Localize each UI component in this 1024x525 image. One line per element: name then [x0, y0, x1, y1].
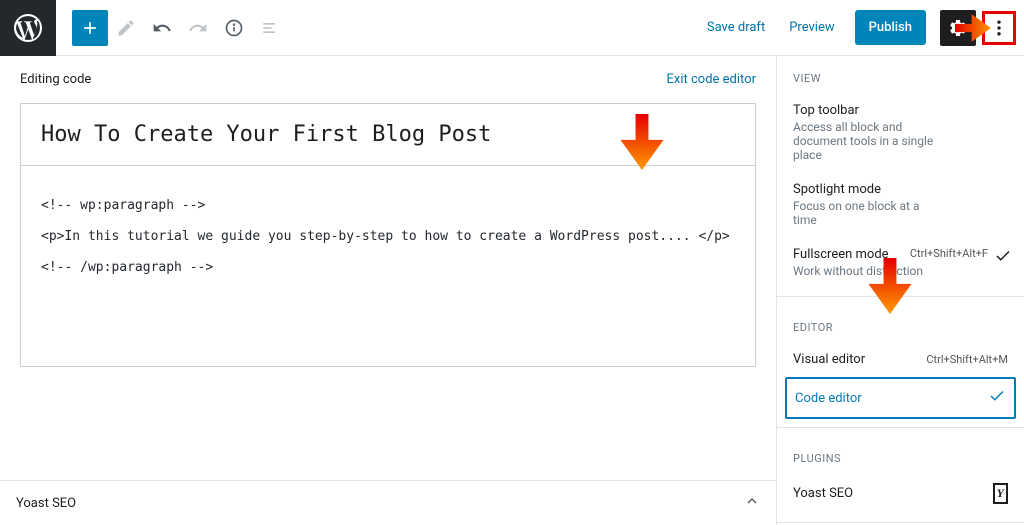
view-section-label: VIEW	[777, 56, 1024, 93]
menu-item-title: Visual editor	[793, 352, 865, 367]
wordpress-logo[interactable]	[0, 0, 56, 56]
editor-section-label: EDITOR	[777, 305, 1024, 342]
add-block-button[interactable]	[72, 10, 108, 46]
save-draft-button[interactable]: Save draft	[695, 20, 777, 35]
undo-icon[interactable]	[144, 10, 180, 46]
editing-code-label: Editing code	[20, 72, 91, 87]
yoast-seo-panel[interactable]: Yoast SEO	[0, 480, 776, 525]
top-toolbar: Save draft Preview Publish	[0, 0, 1024, 56]
menu-item-desc: Focus on one block at a time	[793, 199, 943, 227]
menu-item-title: Yoast SEO	[793, 486, 853, 501]
menu-code-editor[interactable]: Code editor	[785, 377, 1016, 419]
outline-icon[interactable]	[252, 10, 288, 46]
menu-item-title: Code editor	[795, 391, 862, 406]
menu-fullscreen-mode[interactable]: Fullscreen mode Work without distraction…	[777, 237, 1024, 288]
menu-item-desc: Work without distraction	[793, 264, 943, 278]
menu-item-desc: Access all block and document tools in a…	[793, 120, 943, 162]
redo-icon[interactable]	[180, 10, 216, 46]
yoast-icon: Y	[993, 483, 1008, 504]
menu-item-title: Spotlight mode	[793, 182, 1008, 197]
chevron-up-icon	[744, 493, 760, 513]
menu-item-shortcut: Ctrl+Shift+Alt+F	[910, 247, 988, 260]
menu-item-shortcut: Ctrl+Shift+Alt+M	[926, 353, 1008, 366]
post-title-input[interactable]: How To Create Your First Blog Post	[21, 104, 755, 166]
divider	[777, 427, 1024, 428]
check-icon	[988, 387, 1006, 409]
info-icon[interactable]	[216, 10, 252, 46]
exit-code-editor-link[interactable]: Exit code editor	[667, 72, 756, 87]
check-icon	[994, 247, 1012, 269]
menu-yoast-seo[interactable]: Yoast SEO Y	[777, 473, 1024, 514]
post-code-content[interactable]: <!-- wp:paragraph --> <p>In this tutoria…	[21, 166, 755, 366]
menu-spotlight-mode[interactable]: Spotlight mode Focus on one block at a t…	[777, 172, 1024, 237]
code-line: <!-- /wp:paragraph -->	[41, 252, 735, 283]
menu-visual-editor[interactable]: Visual editor Ctrl+Shift+Alt+M	[777, 342, 1024, 377]
code-editor-area[interactable]: How To Create Your First Blog Post <!-- …	[20, 103, 756, 367]
code-line: <p>In this tutorial we guide you step-by…	[41, 221, 735, 252]
more-options-button[interactable]	[982, 11, 1016, 45]
edit-icon[interactable]	[108, 10, 144, 46]
publish-button[interactable]: Publish	[855, 10, 926, 45]
settings-icon[interactable]	[940, 10, 976, 46]
divider	[777, 522, 1024, 523]
editor-main: Editing code Exit code editor How To Cre…	[0, 56, 776, 525]
options-sidebar: VIEW Top toolbar Access all block and do…	[776, 56, 1024, 525]
divider	[777, 296, 1024, 297]
yoast-seo-label: Yoast SEO	[16, 496, 76, 511]
code-line: <!-- wp:paragraph -->	[41, 190, 735, 221]
preview-button[interactable]: Preview	[777, 20, 846, 35]
menu-item-title: Top toolbar	[793, 103, 1008, 118]
plugins-section-label: PLUGINS	[777, 436, 1024, 473]
menu-top-toolbar[interactable]: Top toolbar Access all block and documen…	[777, 93, 1024, 172]
